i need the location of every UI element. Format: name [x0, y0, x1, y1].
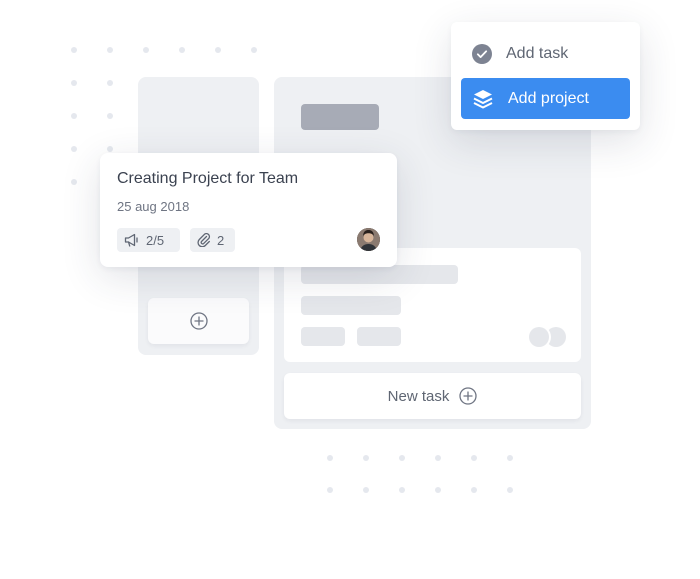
- task-title: Creating Project for Team: [117, 170, 299, 187]
- plus-circle-icon: [189, 312, 208, 330]
- new-task-button[interactable]: New task: [284, 373, 581, 419]
- placeholder-avatar: [529, 327, 549, 347]
- menu-item-add-project[interactable]: Add project: [461, 78, 630, 119]
- assignee-avatar[interactable]: [357, 228, 380, 251]
- placeholder-chip: [357, 327, 401, 346]
- placeholder-chip: [301, 327, 345, 346]
- megaphone-icon: [124, 233, 140, 247]
- menu-item-label: Add project: [508, 89, 589, 107]
- add-card-button[interactable]: [148, 298, 249, 344]
- attachment-badge[interactable]: 2: [190, 228, 235, 252]
- menu-item-add-task[interactable]: Add task: [461, 33, 630, 74]
- attachment-count: 2: [217, 232, 225, 248]
- add-menu: Add task Add project: [451, 22, 640, 130]
- menu-item-label: Add task: [506, 44, 569, 62]
- checklist-badge[interactable]: 2/5: [117, 228, 180, 252]
- plus-circle-icon: [459, 387, 477, 405]
- column-title-placeholder: [301, 104, 379, 130]
- task-date: 25 aug 2018: [117, 199, 190, 214]
- task-card[interactable]: Creating Project for Team 25 aug 2018 2/…: [100, 153, 397, 267]
- placeholder-avatar: [546, 327, 566, 347]
- placeholder-line: [301, 265, 458, 284]
- new-task-label: New task: [387, 387, 450, 405]
- checklist-count: 2/5: [146, 232, 165, 248]
- paperclip-icon: [197, 233, 211, 247]
- layers-icon: [472, 88, 494, 110]
- check-circle-icon: [472, 43, 492, 64]
- placeholder-line: [301, 296, 401, 315]
